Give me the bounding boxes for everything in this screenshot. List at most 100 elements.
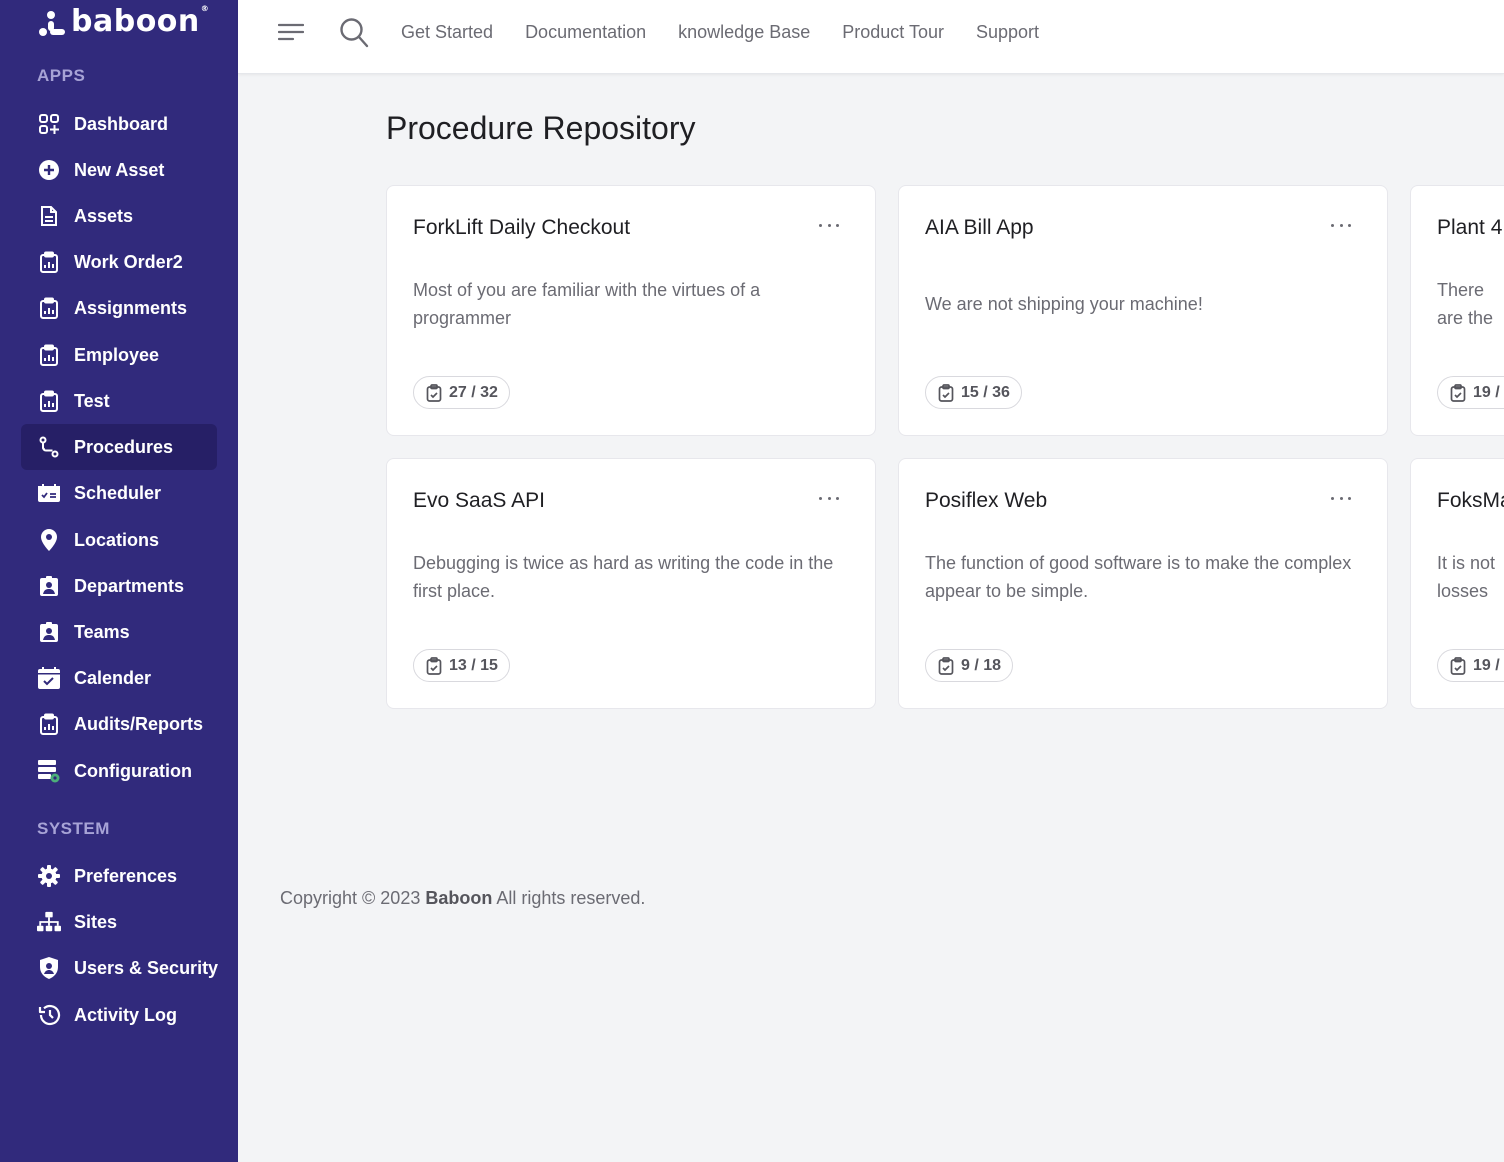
progress-count: 13 / 15 — [449, 656, 498, 674]
procedure-card[interactable]: FoksMa It is not losses a 19 / — [1410, 458, 1504, 709]
nav-link-support[interactable]: Support — [976, 22, 1039, 43]
card-title[interactable]: AIA Bill App — [925, 216, 1034, 240]
sidebar-item-label: Sites — [74, 911, 118, 932]
history-icon — [37, 1003, 61, 1027]
progress-badge[interactable]: 15 / 36 — [925, 376, 1022, 409]
sidebar-item-label: Teams — [74, 621, 130, 642]
card-description: The function of good software is to make… — [925, 553, 1352, 601]
server-gear-icon — [37, 759, 61, 783]
sidebar-item-activity-log[interactable]: Activity Log — [21, 992, 217, 1038]
map-pin-icon — [37, 528, 61, 552]
clipboard-chart-icon — [37, 250, 61, 274]
sidebar-item-calender[interactable]: Calender — [21, 655, 217, 701]
progress-count: 19 / — [1473, 383, 1500, 401]
sidebar-item-audits-reports[interactable]: Audits/Reports — [21, 701, 217, 747]
sidebar-item-new-asset[interactable]: New Asset — [21, 147, 217, 193]
card-description: It is not losses a — [1437, 553, 1496, 601]
footer-brand[interactable]: Baboon — [425, 888, 492, 908]
card-title[interactable]: FoksMa — [1437, 489, 1504, 513]
clipboard-check-icon — [426, 383, 442, 402]
footer-copyright: Copyright © 2023 Baboon All rights reser… — [280, 888, 646, 908]
plus-circle-icon — [37, 158, 61, 182]
more-options-icon[interactable] — [1331, 493, 1351, 503]
nav-link-get-started[interactable]: Get Started — [401, 22, 493, 43]
card-description: Most of you are familiar with the virtue… — [413, 280, 761, 328]
sidebar-item-assets[interactable]: Assets — [21, 193, 217, 239]
sidebar-item-label: Preferences — [74, 865, 178, 886]
progress-count: 9 / 18 — [961, 656, 1002, 674]
nav-link-product-tour[interactable]: Product Tour — [842, 22, 944, 43]
progress-badge[interactable]: 19 / — [1437, 376, 1504, 409]
shield-user-icon — [37, 956, 61, 980]
sidebar-item-scheduler[interactable]: Scheduler — [21, 470, 217, 516]
card-description: We are not shipping your machine! — [925, 294, 1203, 314]
sidebar-item-label: Test — [74, 390, 110, 411]
top-bar: Get Started Documentation knowledge Base… — [238, 0, 1504, 74]
procedure-card[interactable]: Posiflex Web The function of good softwa… — [898, 458, 1388, 709]
procedure-card[interactable]: ForkLift Daily Checkout Most of you are … — [386, 185, 876, 436]
calendar-icon — [37, 666, 61, 690]
nav-link-knowledge-base[interactable]: knowledge Base — [678, 22, 810, 43]
more-options-icon[interactable] — [819, 493, 839, 503]
sidebar-item-label: Activity Log — [74, 1004, 178, 1025]
more-options-icon[interactable] — [1331, 220, 1351, 230]
sidebar-item-procedures[interactable]: Procedures — [21, 424, 217, 470]
sidebar-item-label: Scheduler — [74, 482, 162, 503]
sidebar-item-label: New Asset — [74, 159, 165, 180]
clipboard-check-icon — [938, 383, 954, 402]
baboon-logo-icon — [39, 10, 65, 36]
progress-badge[interactable]: 13 / 15 — [413, 649, 510, 682]
brand-logo[interactable]: baboon® — [37, 4, 209, 39]
sidebar-item-preferences[interactable]: Preferences — [21, 853, 217, 899]
card-title[interactable]: Evo SaaS API — [413, 489, 545, 513]
gear-icon — [37, 864, 61, 888]
progress-badge[interactable]: 27 / 32 — [413, 376, 510, 409]
procedure-card[interactable]: Evo SaaS API Debugging is twice as hard … — [386, 458, 876, 709]
sidebar-item-users-security[interactable]: Users & Security — [21, 945, 219, 991]
progress-badge[interactable]: 9 / 18 — [925, 649, 1014, 682]
sidebar-item-assignments[interactable]: Assignments — [21, 285, 217, 331]
clipboard-check-icon — [1450, 383, 1466, 402]
sidebar-item-label: Dashboard — [74, 113, 169, 134]
grid-plus-icon — [37, 112, 61, 136]
sidebar-item-sites[interactable]: Sites — [21, 899, 217, 945]
progress-count: 27 / 32 — [449, 383, 498, 401]
more-options-icon[interactable] — [819, 220, 839, 230]
id-badge-icon — [37, 620, 61, 644]
route-icon — [37, 435, 61, 459]
clipboard-check-icon — [1450, 656, 1466, 675]
hamburger-menu-icon[interactable] — [278, 20, 304, 44]
procedure-card[interactable]: AIA Bill App We are not shipping your ma… — [898, 185, 1388, 436]
sidebar-item-label: Assignments — [74, 297, 188, 318]
sidebar-item-label: Configuration — [74, 760, 192, 781]
sidebar-item-label: Calender — [74, 667, 152, 688]
sidebar-item-label: Users & Security — [74, 957, 219, 978]
card-title[interactable]: Plant 4 — [1437, 216, 1502, 240]
nav-link-documentation[interactable]: Documentation — [525, 22, 646, 43]
card-title[interactable]: Posiflex Web — [925, 489, 1047, 513]
clipboard-chart-icon — [37, 296, 61, 320]
sidebar-item-label: Work Order2 — [74, 251, 183, 272]
sidebar-item-employee[interactable]: Employee — [21, 332, 217, 378]
id-badge-icon — [37, 574, 61, 598]
top-navigation: Get Started Documentation knowledge Base… — [401, 0, 1039, 64]
sidebar-item-departments[interactable]: Departments — [21, 563, 217, 609]
sidebar-item-test[interactable]: Test — [21, 378, 217, 424]
clipboard-chart-icon — [37, 389, 61, 413]
sidebar-item-label: Employee — [74, 344, 160, 365]
sidebar-item-teams[interactable]: Teams — [21, 609, 217, 655]
clipboard-chart-icon — [37, 343, 61, 367]
progress-badge[interactable]: 19 / — [1437, 649, 1504, 682]
sidebar-item-label: Assets — [74, 205, 134, 226]
card-title[interactable]: ForkLift Daily Checkout — [413, 216, 630, 240]
sidebar-item-locations[interactable]: Locations — [21, 517, 217, 563]
sidebar-item-configuration[interactable]: Configuration — [21, 748, 217, 794]
search-icon[interactable] — [339, 16, 369, 48]
sidebar-item-work-order2[interactable]: Work Order2 — [21, 239, 217, 285]
procedure-card[interactable]: Plant 4 There are the third 19 / — [1410, 185, 1504, 436]
brand-name: baboon® — [71, 4, 210, 39]
sitemap-icon — [37, 910, 61, 934]
calendar-check-icon — [37, 481, 61, 505]
sidebar-item-dashboard[interactable]: Dashboard — [21, 101, 217, 147]
clipboard-chart-icon — [37, 712, 61, 736]
